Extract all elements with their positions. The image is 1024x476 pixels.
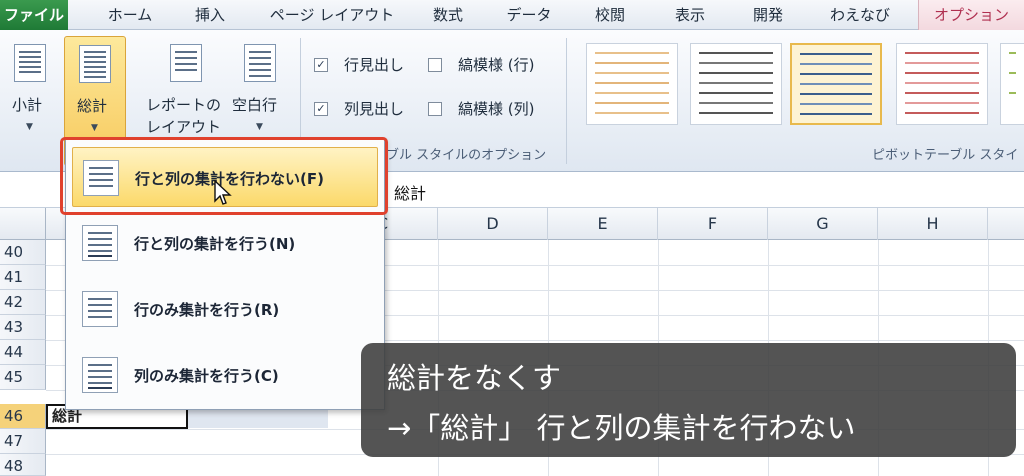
pivot-styles-group-label: ピボットテーブル スタイ [872, 148, 1019, 163]
row-headers-label: 行見出し [344, 56, 405, 74]
caption-line-2: →「総計」 行と列の集計を行わない [387, 411, 856, 445]
report-layout-label-1[interactable]: レポートの [146, 94, 221, 115]
menu-item-label: 行のみ集計を行う(R) [134, 301, 280, 319]
banded-rows-label: 縞模様 (行) [458, 56, 535, 74]
caption-line-1: 総計をなくす [387, 361, 562, 395]
tab-file[interactable]: ファイル [0, 0, 68, 30]
subtotal-label[interactable]: 小計 [12, 94, 42, 115]
row-header[interactable]: 48 [0, 454, 46, 476]
report-layout-label-2[interactable]: レイアウト [146, 116, 221, 137]
tab-page-layout[interactable]: ページ レイアウト [262, 0, 402, 30]
menu-item-label: 行と列の集計を行う(N) [134, 235, 296, 253]
menu-item-label: 列のみ集計を行う(C) [134, 367, 279, 385]
row-header[interactable]: 43 [0, 315, 46, 340]
blank-rows-label[interactable]: 空白行 [232, 94, 277, 115]
tab-data[interactable]: データ [494, 0, 564, 30]
menu-item-on-for-rows-and-columns[interactable]: 行と列の集計を行う(N) [72, 213, 378, 273]
ribbon-separator [566, 38, 567, 164]
tab-view[interactable]: 表示 [660, 0, 720, 30]
table-icon [82, 357, 118, 393]
row-headers-checkbox[interactable]: ✓ [314, 58, 328, 72]
banded-columns-checkbox[interactable] [428, 102, 442, 116]
mouse-pointer-icon [214, 180, 232, 205]
row-header[interactable]: 44 [0, 340, 46, 365]
tab-insert[interactable]: 挿入 [180, 0, 240, 30]
subtotal-icon[interactable] [14, 44, 46, 82]
report-layout-icon[interactable] [170, 44, 202, 82]
column-header[interactable]: H [878, 208, 988, 240]
menu-item-on-for-columns-only[interactable]: 列のみ集計を行う(C) [72, 345, 378, 405]
tab-review[interactable]: 校閲 [580, 0, 640, 30]
tab-developer[interactable]: 開発 [738, 0, 798, 30]
pivot-style-swatch-partial[interactable] [1000, 43, 1024, 125]
formula-bar-value[interactable]: 総計 [394, 180, 426, 204]
grand-total-dropdown-arrow: ▼ [91, 123, 98, 133]
menu-item-on-for-rows-only[interactable]: 行のみ集計を行う(R) [72, 279, 378, 339]
row-header[interactable]: 47 [0, 429, 46, 454]
row-header[interactable]: 42 [0, 290, 46, 315]
ribbon-tab-bar: ファイル ホーム 挿入 ページ レイアウト 数式 データ 校閲 表示 開発 わえ… [0, 0, 1024, 30]
row-header[interactable]: 45 [0, 365, 46, 390]
pivot-style-swatch[interactable] [586, 43, 678, 125]
pivot-style-swatch[interactable] [690, 43, 782, 125]
tutorial-caption: 総計をなくす →「総計」 行と列の集計を行わない [361, 343, 1016, 457]
banded-columns-label: 縞模様 (列) [458, 100, 535, 118]
tab-home[interactable]: ホーム [90, 0, 170, 30]
pivot-style-swatch-selected[interactable] [790, 43, 882, 125]
grand-total-icon [79, 45, 111, 83]
table-icon [82, 225, 118, 261]
style-options-group-label: ブル スタイルのオプション [386, 148, 547, 163]
row-header-selected[interactable]: 46 [0, 404, 46, 429]
column-headers-checkbox[interactable]: ✓ [314, 102, 328, 116]
row-header[interactable]: 41 [0, 265, 46, 290]
blank-rows-icon[interactable] [244, 44, 276, 82]
blank-rows-dropdown-arrow[interactable]: ▼ [256, 122, 263, 132]
column-headers-label: 列見出し [344, 100, 405, 118]
tab-formulas[interactable]: 数式 [418, 0, 478, 30]
column-header[interactable]: G [768, 208, 878, 240]
banded-rows-checkbox[interactable] [428, 58, 442, 72]
column-header[interactable]: F [658, 208, 768, 240]
select-all-corner[interactable] [0, 208, 46, 240]
subtotal-dropdown-arrow[interactable]: ▼ [26, 122, 33, 132]
column-header[interactable]: E [548, 208, 658, 240]
table-icon [82, 291, 118, 327]
grand-total-label: 総計 [77, 97, 108, 115]
pivot-style-swatch[interactable] [896, 43, 988, 125]
row-header[interactable]: 40 [0, 240, 46, 265]
tab-wae[interactable]: わえなび [816, 0, 904, 30]
tab-options[interactable]: オプション [918, 0, 1024, 30]
column-header[interactable]: D [438, 208, 548, 240]
